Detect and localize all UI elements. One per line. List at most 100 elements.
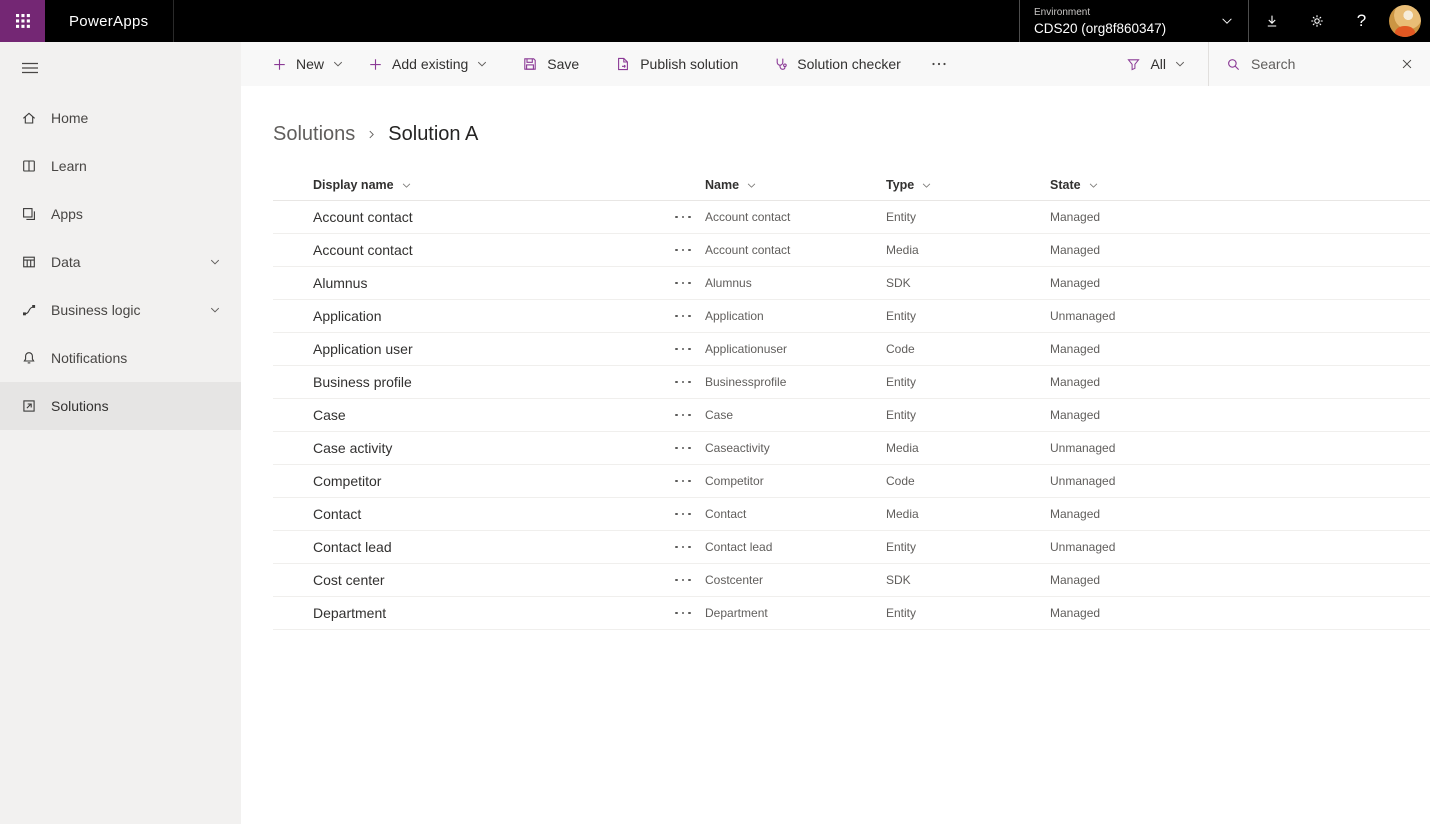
app-launcher-button[interactable] [0, 0, 45, 42]
row-state: Managed [1050, 210, 1430, 224]
row-display-name: Case [313, 407, 672, 423]
table-row[interactable]: Case activity Caseactivity Media Unmanag… [273, 432, 1430, 465]
filter-button[interactable]: All [1114, 42, 1198, 86]
ellipsis-icon [675, 414, 678, 417]
collapse-nav-button[interactable] [0, 42, 241, 94]
search-input[interactable] [1251, 56, 1369, 72]
row-display-name: Case activity [313, 440, 672, 456]
sidebar-item-business-logic[interactable]: Business logic [0, 286, 241, 334]
sidebar-item-label: Apps [51, 206, 83, 222]
table-row[interactable]: Contact lead Contact lead Entity Unmanag… [273, 531, 1430, 564]
row-state: Managed [1050, 606, 1430, 620]
column-header-display-name[interactable]: Display name [313, 178, 672, 192]
row-display-name: Application user [313, 341, 672, 357]
row-actions-button[interactable] [672, 249, 705, 252]
close-button[interactable] [1384, 42, 1430, 86]
row-name: Department [705, 606, 886, 620]
table-row[interactable]: Cost center Costcenter SDK Managed [273, 564, 1430, 597]
row-actions-button[interactable] [672, 579, 705, 582]
row-actions-button[interactable] [672, 513, 705, 516]
row-actions-button[interactable] [672, 447, 705, 450]
table-row[interactable]: Competitor Competitor Code Unmanaged [273, 465, 1430, 498]
save-button[interactable]: Save [510, 42, 591, 86]
row-display-name: Alumnus [313, 275, 672, 291]
environment-picker[interactable]: Environment CDS20 (org8f860347) [1019, 0, 1249, 42]
column-header-state[interactable]: State [1050, 178, 1430, 192]
table-row[interactable]: Application Application Entity Unmanaged [273, 300, 1430, 333]
sidebar-item-label: Notifications [51, 350, 127, 366]
row-type: Entity [886, 375, 1050, 389]
table-row[interactable]: Department Department Entity Managed [273, 597, 1430, 630]
row-display-name: Business profile [313, 374, 672, 390]
table-header: Display name Name Type [273, 170, 1430, 201]
row-type: Media [886, 243, 1050, 257]
plus-icon [368, 57, 383, 72]
row-actions-button[interactable] [672, 480, 705, 483]
sidebar-item-solutions[interactable]: Solutions [0, 382, 241, 430]
table-row[interactable]: Business profile Businessprofile Entity … [273, 366, 1430, 399]
publish-solution-button[interactable]: Publish solution [603, 42, 750, 86]
row-type: SDK [886, 276, 1050, 290]
row-type: Entity [886, 210, 1050, 224]
row-name: Application [705, 309, 886, 323]
sidebar-item-data[interactable]: Data [0, 238, 241, 286]
chevron-down-icon [332, 58, 344, 70]
row-display-name: Competitor [313, 473, 672, 489]
row-name: Costcenter [705, 573, 886, 587]
sidebar-item-apps[interactable]: Apps [0, 190, 241, 238]
main-area: New Add existing [241, 42, 1430, 824]
row-actions-button[interactable] [672, 612, 705, 615]
row-actions-button[interactable] [672, 315, 705, 318]
table-row[interactable]: Contact Contact Media Managed [273, 498, 1430, 531]
settings-button[interactable] [1294, 0, 1339, 42]
ellipsis-icon [931, 56, 947, 72]
table-row[interactable]: Case Case Entity Managed [273, 399, 1430, 432]
row-actions-button[interactable] [672, 414, 705, 417]
help-button[interactable]: ? [1339, 0, 1384, 42]
table-row[interactable]: Alumnus Alumnus SDK Managed [273, 267, 1430, 300]
table-body: Account contact Account contact Entity M… [273, 201, 1430, 630]
column-header-name[interactable]: Name [705, 178, 886, 192]
breadcrumb-parent-link[interactable]: Solutions [273, 123, 355, 146]
table-row[interactable]: Account contact Account contact Entity M… [273, 201, 1430, 234]
table-row[interactable]: Account contact Account contact Media Ma… [273, 234, 1430, 267]
row-display-name: Account contact [313, 209, 672, 225]
row-actions-button[interactable] [672, 216, 705, 219]
row-type: Entity [886, 606, 1050, 620]
table-row[interactable]: Application user Applicationuser Code Ma… [273, 333, 1430, 366]
row-name: Businessprofile [705, 375, 886, 389]
column-header-type[interactable]: Type [886, 178, 1050, 192]
download-button[interactable] [1249, 0, 1294, 42]
sidebar-item-learn[interactable]: Learn [0, 142, 241, 190]
ellipsis-icon [675, 348, 678, 351]
apps-icon [21, 206, 37, 222]
row-actions-button[interactable] [672, 348, 705, 351]
gear-icon [1309, 13, 1325, 29]
row-actions-button[interactable] [672, 282, 705, 285]
new-button[interactable]: New [260, 42, 356, 86]
home-icon [21, 110, 37, 126]
top-app-bar: PowerApps Environment CDS20 (org8f860347… [0, 0, 1430, 42]
breadcrumb: Solutions Solution A [273, 119, 1430, 149]
overflow-button[interactable] [919, 42, 959, 86]
sidebar-item-notifications[interactable]: Notifications [0, 334, 241, 382]
sidebar-item-label: Data [51, 254, 81, 270]
row-type: Code [886, 342, 1050, 356]
page-title: Solution A [388, 123, 478, 146]
sidebar-item-home[interactable]: Home [0, 94, 241, 142]
solution-components-table: Display name Name Type [273, 170, 1430, 630]
add-existing-button[interactable]: Add existing [356, 42, 500, 86]
ellipsis-icon [675, 249, 678, 252]
user-avatar[interactable] [1389, 5, 1421, 37]
page-content: Solutions Solution A Display name [241, 86, 1430, 824]
command-bar: New Add existing [241, 42, 1430, 86]
row-name: Applicationuser [705, 342, 886, 356]
ellipsis-icon [675, 480, 678, 483]
row-display-name: Contact [313, 506, 672, 522]
chevron-right-icon [366, 129, 377, 140]
row-actions-button[interactable] [672, 381, 705, 384]
solution-checker-button[interactable]: Solution checker [760, 42, 913, 86]
app-title[interactable]: PowerApps [45, 0, 174, 42]
ellipsis-icon [675, 579, 678, 582]
row-actions-button[interactable] [672, 546, 705, 549]
